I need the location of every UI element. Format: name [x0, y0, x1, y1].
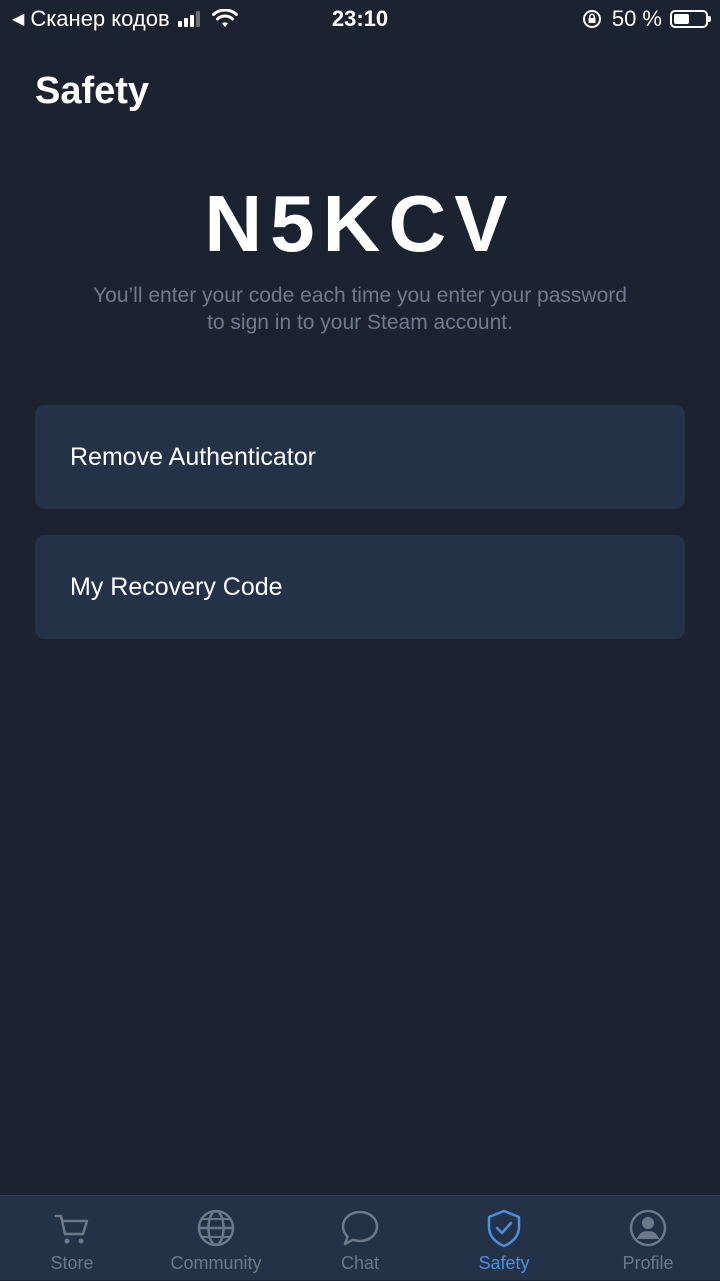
battery-icon	[670, 10, 711, 28]
tab-store-label: Store	[50, 1253, 94, 1273]
tab-safety-label: Safety	[478, 1253, 530, 1273]
cart-icon	[54, 1214, 89, 1244]
tab-safety[interactable]: Safety	[432, 1196, 576, 1281]
chat-bubble-icon	[341, 1210, 379, 1246]
tab-chat-label: Chat	[340, 1253, 380, 1273]
rotation-lock-icon	[582, 10, 601, 28]
tab-bar: Store Community Chat Safety Profile	[0, 1195, 720, 1280]
battery-percent: 50 %	[611, 6, 662, 31]
tab-profile-label: Profile	[622, 1253, 674, 1273]
tab-community-label: Community	[170, 1253, 262, 1273]
tab-community[interactable]: Community	[144, 1196, 288, 1281]
recovery-code-button[interactable]: My Recovery Code	[35, 535, 685, 639]
status-bar: ◀ Сканер кодов 23:10 50 %	[0, 0, 720, 38]
tab-profile[interactable]: Profile	[576, 1196, 720, 1281]
remove-authenticator-label: Remove Authenticator	[70, 442, 316, 471]
tab-chat[interactable]: Chat	[288, 1196, 432, 1281]
status-right: 50 %	[582, 6, 711, 32]
code-description: You’ll enter your code each time you ent…	[93, 284, 627, 334]
authenticator-code: N5KCV	[204, 179, 516, 268]
globe-icon	[197, 1209, 235, 1247]
remove-authenticator-button[interactable]: Remove Authenticator	[35, 405, 685, 509]
page-title: Safety	[35, 70, 150, 112]
shield-check-icon	[487, 1209, 521, 1248]
user-circle-icon	[629, 1209, 667, 1247]
recovery-code-label: My Recovery Code	[70, 572, 283, 601]
tab-store[interactable]: Store	[0, 1196, 144, 1281]
